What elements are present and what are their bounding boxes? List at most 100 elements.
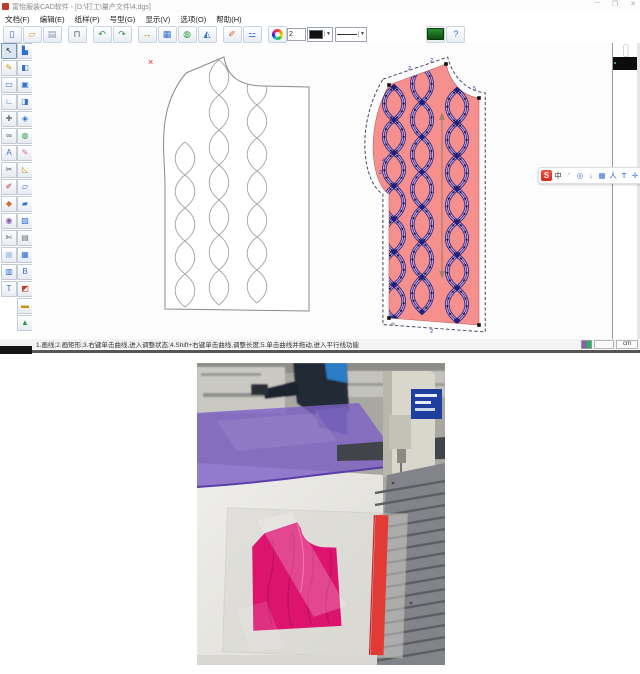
sogou-voice-input[interactable]: ↓ [586, 171, 596, 180]
open-file-button[interactable]: ▱ [23, 26, 42, 43]
toolbar-separator [62, 27, 67, 42]
text-t-tool[interactable]: T [1, 281, 17, 297]
measurement-label: 2 [430, 58, 433, 64]
line-style-dropdown[interactable]: ▼ [335, 27, 367, 42]
pen-tool[interactable]: ✎ [1, 60, 17, 76]
bow-tool[interactable]: ◈ [17, 111, 33, 127]
fill-green-button[interactable]: ◍ [178, 26, 197, 43]
minimize-button[interactable]: ─ [595, 0, 600, 8]
sogou-handwriting[interactable]: 人 [608, 170, 618, 181]
stitch-settings-button[interactable]: ⚍ [243, 26, 262, 43]
factory-photo [197, 363, 445, 665]
main-toolbar: ▯▱▤ ⊓ ↶↷ ↔▦◍◭ ✐⚍ 2 ▼ ▼? [0, 25, 640, 44]
chevron-down-icon: ▼ [324, 31, 331, 37]
trace-tool[interactable]: ✐ [1, 179, 17, 195]
context-help-button[interactable]: ? [446, 26, 465, 43]
drafting-tool[interactable]: ✚ [1, 111, 17, 127]
sogou-emoji[interactable]: ◎ [575, 171, 585, 180]
menu-view[interactable]: 显示(V) [140, 14, 175, 25]
hruler-tool[interactable]: ▬ [17, 298, 33, 314]
flask-tool[interactable]: ◉ [1, 213, 17, 229]
chevron-down-icon: ▼ [358, 31, 365, 37]
color-select-dropdown[interactable]: ▼ [307, 27, 333, 42]
table2-tool[interactable]: ▦ [17, 247, 33, 263]
sogou-logo[interactable]: S [541, 170, 552, 181]
grid-tool[interactable]: ▦ [1, 247, 17, 263]
undo-button[interactable]: ↶ [93, 26, 112, 43]
bucket-tool[interactable]: ◍ [17, 128, 33, 144]
grid-view-button[interactable]: ▦ [158, 26, 177, 43]
angle-tool[interactable]: ∟ [1, 94, 17, 110]
select-tool[interactable]: ↖ [1, 43, 17, 59]
screenshot-stage: 富怡服装CAD软件 - [D:\打工\量产文件\4.dgs] ─ ❐ ✕ 文档(… [0, 0, 640, 674]
unit-box: cm [616, 340, 638, 349]
clip-tool[interactable]: ▱ [17, 179, 33, 195]
scroll-mode-icon[interactable] [581, 340, 592, 349]
menu-help[interactable]: 帮助(H) [211, 14, 246, 25]
measure-button[interactable]: ↔ [138, 26, 157, 43]
rectangle-tool[interactable]: ▭ [1, 77, 17, 93]
factory-photo-image [197, 363, 445, 665]
needle-holder [397, 449, 406, 463]
panel-tool[interactable]: ◧ [17, 60, 33, 76]
maximize-button[interactable]: ❐ [612, 0, 618, 8]
sogou-toolbox[interactable]: ✛ [630, 171, 640, 180]
image-tool[interactable]: ▨ [17, 213, 33, 229]
design-canvas[interactable]: × 22542280 [32, 43, 612, 340]
triangle-ruler-tool[interactable]: ◺ [17, 162, 33, 178]
redo-button[interactable]: ↷ [113, 26, 132, 43]
align-tool[interactable]: ▲ [17, 315, 33, 331]
machine-tool[interactable]: ▙ [17, 43, 33, 59]
stamp-tool[interactable]: ▰ [17, 196, 33, 212]
tool-column-right: ▙◧▣◨◈◍✎◺▱▰▨▤▦B◩▬▲ [17, 43, 33, 332]
status-right-controls: cm [581, 339, 638, 349]
menu-pattern[interactable]: 纸样(P) [70, 14, 105, 25]
menu-file[interactable]: 文档(F) [0, 14, 35, 25]
window-title: 富怡服装CAD软件 - [D:\打工\量产文件\4.dgs] [12, 2, 151, 12]
toolbar-separator [262, 27, 267, 42]
sogou-punctuation[interactable]: ’ [564, 171, 574, 180]
glasses-tool[interactable]: ∞ [1, 128, 17, 144]
sogou-skin[interactable]: T [619, 171, 629, 180]
drag-tool[interactable]: ◨ [17, 94, 33, 110]
pattern-frame-button[interactable]: ⊓ [68, 26, 87, 43]
toolbar-separator [87, 27, 92, 42]
line-style-preview [337, 34, 357, 35]
sogou-lang-chinese[interactable]: 中 [553, 170, 563, 181]
pattern-list-panel [613, 43, 640, 340]
sogou-soft-keyboard[interactable]: ▦ [597, 171, 607, 180]
cad-window: 富怡服装CAD软件 - [D:\打工\量产文件\4.dgs] ─ ❐ ✕ 文档(… [0, 0, 640, 356]
layout-tool[interactable]: ▤ [17, 230, 33, 246]
pattern-list-selected-row[interactable] [613, 57, 640, 70]
color-wheel-button[interactable] [268, 26, 287, 43]
monitor-tool[interactable]: ▣ [17, 77, 33, 93]
palette-tool[interactable]: ◩ [17, 281, 33, 297]
table-tool[interactable]: ▥ [1, 264, 17, 280]
bold-b-tool[interactable]: B [17, 264, 33, 280]
brush-button[interactable]: ✐ [223, 26, 242, 43]
pour-fill-button[interactable]: ◭ [198, 26, 217, 43]
pattern-piece-selected[interactable]: 22542280 [386, 62, 481, 325]
text-a-tool[interactable]: A [1, 145, 17, 161]
acrylic-template [223, 508, 408, 658]
stroke-width-input[interactable]: 2 [287, 28, 306, 41]
scissors-tool[interactable]: ✂ [1, 162, 17, 178]
pin-tool[interactable]: ✎ [17, 145, 33, 161]
new-file-button[interactable]: ▯ [3, 26, 22, 43]
seam-tool[interactable]: ◆ [1, 196, 17, 212]
color-wheel-icon [272, 29, 283, 40]
cut-tool[interactable]: ✄ [1, 230, 17, 246]
menu-edit[interactable]: 编辑(E) [35, 14, 70, 25]
menu-options[interactable]: 选项(O) [175, 14, 211, 25]
current-color-swatch [309, 30, 323, 39]
pattern-piece-outline[interactable] [159, 56, 311, 314]
app-icon [2, 3, 9, 10]
plotter-button[interactable] [426, 26, 445, 43]
window-bottom-edge [32, 350, 640, 353]
title-bar: 富怡服装CAD软件 - [D:\打工\量产文件\4.dgs] ─ ❐ ✕ [0, 0, 640, 13]
close-button[interactable]: ✕ [630, 0, 636, 8]
taskbar-fragment [0, 346, 32, 354]
status-hint: 1.画线;2.画矩形;3.右键单击曲线,进入调整状态;4.Shift+右键单击曲… [0, 339, 359, 349]
save-file-button[interactable]: ▤ [43, 26, 62, 43]
menu-size[interactable]: 号型(G) [105, 14, 141, 25]
